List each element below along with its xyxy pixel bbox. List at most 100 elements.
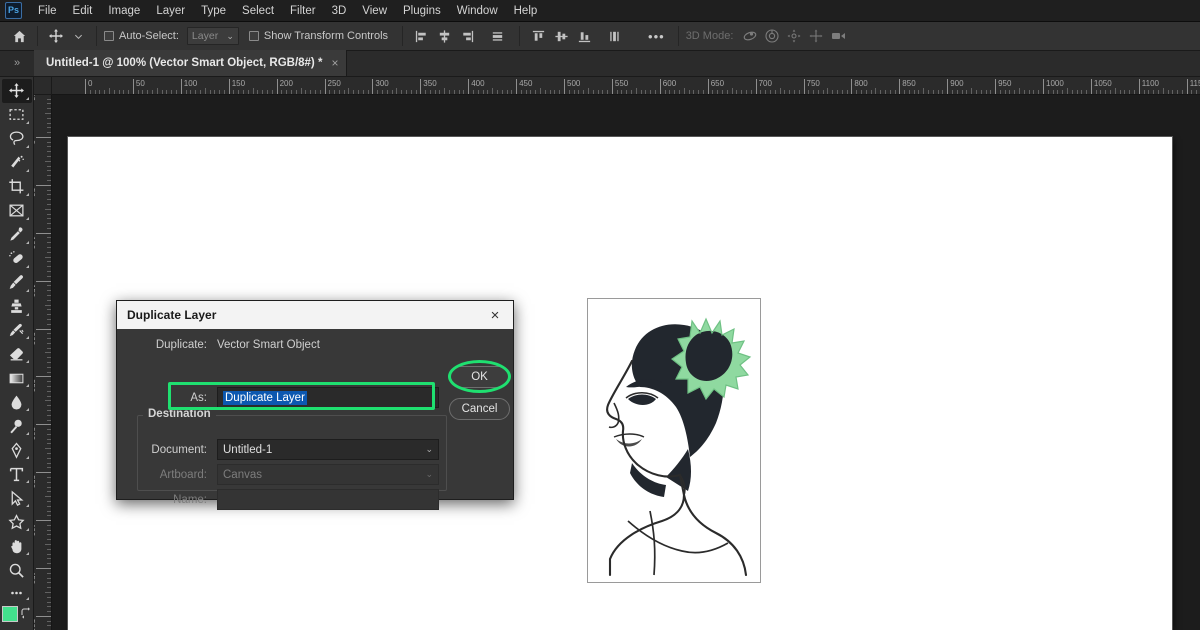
ruler-major-tick (325, 79, 326, 95)
ruler-major-tick (564, 79, 565, 95)
ruler-minor-tick (45, 209, 52, 210)
horizontal-ruler[interactable]: 0501001502002503003504004505005506006507… (52, 77, 1200, 95)
history-brush-tool[interactable] (2, 319, 32, 343)
custom-shape-tool[interactable] (2, 510, 32, 534)
ruler-major-tick (36, 424, 52, 425)
auto-select-scope-dropdown[interactable]: Layer ⌄ (187, 27, 239, 45)
menu-item-plugins[interactable]: Plugins (395, 2, 449, 20)
frame-tool[interactable] (2, 199, 32, 223)
brush-tool[interactable] (2, 271, 32, 295)
roll-3d-icon[interactable] (761, 25, 783, 47)
menu-item-file[interactable]: File (30, 2, 65, 20)
ruler-origin-corner[interactable] (34, 77, 52, 95)
show-transform-controls-checkbox[interactable] (249, 31, 259, 41)
align-top-edges-icon[interactable] (527, 25, 550, 47)
ruler-minor-tick (348, 88, 349, 95)
ruler-label: 800 (854, 79, 867, 88)
menu-item-3d[interactable]: 3D (324, 2, 355, 20)
ruler-major-tick (804, 79, 805, 95)
artwork-image[interactable] (587, 298, 761, 583)
path-selection-tool[interactable] (2, 486, 32, 510)
ruler-label: 1050 (1094, 79, 1112, 88)
color-swatches[interactable] (2, 606, 22, 630)
healing-brush-tool[interactable] (2, 247, 32, 271)
close-icon[interactable]: × (331, 56, 338, 70)
blur-tool[interactable] (2, 390, 32, 414)
move-tool-icon[interactable] (45, 25, 67, 47)
crop-tool[interactable] (2, 175, 32, 199)
document-label: Document: (137, 444, 207, 456)
dodge-tool[interactable] (2, 414, 32, 438)
align-right-edges-icon[interactable] (456, 25, 479, 47)
distribute-horizontally-icon[interactable] (486, 25, 509, 47)
auto-select-checkbox[interactable] (104, 31, 114, 41)
cancel-button[interactable]: Cancel (449, 398, 510, 420)
foreground-color-swatch[interactable] (2, 606, 18, 622)
document-tab-bar: » Untitled-1 @ 100% (Vector Smart Object… (0, 51, 1200, 77)
ruler-label: 1150 (1190, 79, 1200, 88)
show-transform-controls-option[interactable]: Show Transform Controls (249, 30, 388, 42)
ruler-label: 250 (34, 379, 36, 392)
rotate-3d-icon[interactable] (739, 25, 761, 47)
lasso-tool[interactable] (2, 127, 32, 151)
menu-item-filter[interactable]: Filter (282, 2, 324, 20)
panel-expander-button[interactable]: » (0, 50, 34, 76)
edit-toolbar-button[interactable] (2, 582, 32, 603)
align-left-edges-icon[interactable] (410, 25, 433, 47)
vertical-ruler[interactable]: 50050100150200250300350400450500 (34, 95, 52, 630)
document-tab-untitled-1[interactable]: Untitled-1 @ 100% (Vector Smart Object, … (34, 50, 347, 76)
move-tool[interactable] (2, 79, 32, 103)
duplicate-layer-dialog[interactable]: Duplicate Layer × Duplicate: Vector Smar… (116, 300, 514, 500)
close-icon[interactable]: × (483, 304, 507, 326)
menu-item-help[interactable]: Help (506, 2, 546, 20)
ruler-minor-tick (253, 88, 254, 95)
distribute-vertically-icon[interactable] (603, 25, 626, 47)
ok-button[interactable]: OK (449, 366, 510, 388)
ruler-major-tick (36, 233, 52, 234)
scale-3d-icon[interactable] (827, 25, 849, 47)
auto-select-option[interactable]: Auto-Select: (104, 30, 179, 42)
ruler-label: 250 (328, 79, 341, 88)
align-vertical-centers-icon[interactable] (550, 25, 573, 47)
ruler-label: 0 (34, 140, 36, 144)
ruler-label: 500 (34, 619, 36, 630)
duplicate-source-value: Vector Smart Object (217, 339, 320, 351)
menu-item-image[interactable]: Image (100, 2, 148, 20)
document-dropdown[interactable]: Untitled-1 ⌄ (217, 439, 439, 460)
eraser-tool[interactable] (2, 342, 32, 366)
ruler-label: 100 (184, 79, 197, 88)
dialog-title-bar: Duplicate Layer × (117, 301, 513, 329)
align-horizontal-centers-icon[interactable] (433, 25, 456, 47)
menu-item-type[interactable]: Type (193, 2, 234, 20)
drag-3d-icon[interactable] (783, 25, 805, 47)
ruler-major-tick (899, 79, 900, 95)
ruler-label: 450 (519, 79, 532, 88)
menu-item-view[interactable]: View (354, 2, 395, 20)
artboard-dropdown: Canvas ⌄ (217, 464, 439, 485)
gradient-tool[interactable] (2, 366, 32, 390)
rectangular-marquee-tool[interactable] (2, 103, 32, 127)
more-options-button[interactable]: ••• (642, 29, 671, 44)
slide-3d-icon[interactable] (805, 25, 827, 47)
type-tool[interactable] (2, 462, 32, 486)
ruler-label: 500 (567, 79, 580, 88)
ruler-major-tick (1187, 79, 1188, 95)
eyedropper-tool[interactable] (2, 223, 32, 247)
ruler-label: 600 (663, 79, 676, 88)
clone-stamp-tool[interactable] (2, 295, 32, 319)
menu-item-edit[interactable]: Edit (65, 2, 101, 20)
ruler-label: 1100 (1142, 79, 1159, 88)
tool-preset-chevron-down-icon[interactable] (67, 25, 89, 47)
as-input[interactable]: Duplicate Layer (217, 387, 439, 408)
home-icon[interactable] (8, 25, 30, 47)
zoom-tool[interactable] (2, 558, 32, 582)
object-selection-tool[interactable] (2, 151, 32, 175)
ruler-major-tick (756, 79, 757, 95)
menu-item-window[interactable]: Window (449, 2, 506, 20)
hand-tool[interactable] (2, 534, 32, 558)
ruler-major-tick (36, 520, 52, 521)
align-bottom-edges-icon[interactable] (573, 25, 596, 47)
menu-item-select[interactable]: Select (234, 2, 282, 20)
menu-item-layer[interactable]: Layer (148, 2, 193, 20)
pen-tool[interactable] (2, 438, 32, 462)
